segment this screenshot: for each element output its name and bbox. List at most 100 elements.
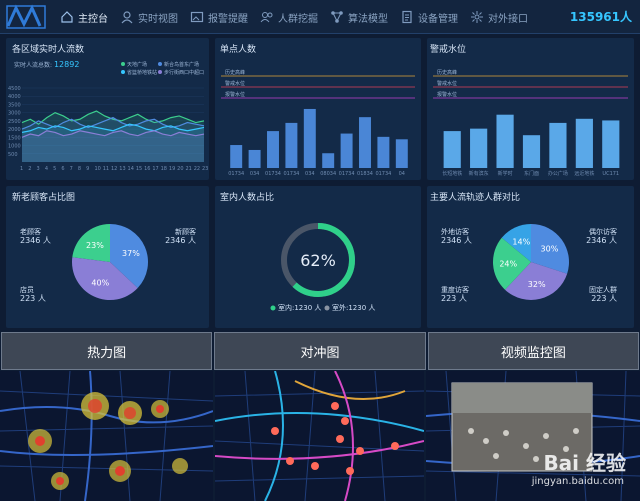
x-tick-label: 16: [144, 166, 150, 172]
y-tick-label: 2500: [8, 119, 21, 125]
warn-panel-title: 警戒水位: [430, 45, 467, 55]
x-tick-label: 12: [111, 166, 117, 172]
bar: [549, 122, 567, 168]
tab-heatmap[interactable]: 热力图: [1, 332, 213, 370]
bar: [602, 120, 620, 168]
bar: [303, 108, 316, 168]
pie-callout-name: 偶尔访客: [589, 227, 617, 236]
x-tick-label: 01734: [265, 171, 281, 177]
pie-callout-value: 223 人: [441, 294, 467, 303]
nav-item-alarm[interactable]: 报警提醒: [190, 10, 248, 25]
pie-label: 37%: [122, 249, 140, 258]
nav-item-dashboard[interactable]: 主控台: [60, 10, 108, 25]
threshold-label: 报警水位: [225, 91, 245, 98]
x-tick-label: 3: [37, 166, 40, 172]
threshold-label: 历史高峰: [437, 69, 457, 76]
pie-callout-value: 2346 人: [586, 236, 617, 245]
nav-label: 报警提醒: [208, 13, 248, 25]
y-tick-label: 4500: [8, 86, 21, 92]
pie-callout-value: 223 人: [591, 294, 617, 303]
pie-callout-name: 店员: [20, 285, 34, 294]
single-bar-chart: 历史高峰警戒水位报警水位01734 034 01734 01734 034 08034 01…: [221, 69, 415, 177]
y-tick-label: 1000: [8, 144, 21, 150]
x-tick-label: 23: [202, 166, 208, 172]
x-tick-label: 22: [194, 166, 200, 172]
user-icon: [121, 11, 133, 24]
x-tick-label: 19: [169, 166, 175, 172]
nav-label: 对外接口: [488, 13, 528, 25]
main-nav: 主控台 实时视图 报警提醒 人群挖掘 算法模型 设备管理 对外接口: [60, 0, 540, 34]
x-tick-label: 8: [78, 166, 81, 172]
api-icon: [471, 11, 483, 23]
pie-callout-value: 2346 人: [20, 236, 51, 245]
legend-label: 步行街西口中超口: [164, 69, 204, 76]
pie-label: 30%: [541, 245, 559, 254]
x-tick-label: 5: [53, 166, 56, 172]
bar: [359, 117, 371, 168]
x-tick-label: 10: [94, 166, 100, 172]
x-tick-label: 08034: [320, 171, 336, 177]
trace-pie-chart: 14%30%32%24%外地访客2346 人偶尔访客2346 人重度访客223 …: [441, 224, 617, 303]
single-panel-title: 单点人数: [220, 45, 257, 55]
x-tick-label: 20: [177, 166, 183, 172]
pie-label: 24%: [499, 259, 517, 268]
x-tick-label: 13: [119, 166, 125, 172]
bar: [285, 122, 298, 168]
pie-callout-name: 重度访客: [441, 285, 469, 294]
nav-item-realtime[interactable]: 实时视图: [120, 10, 178, 25]
watermark-url: jingyan.baidu.com: [531, 476, 624, 487]
threshold-label: 警戒水位: [225, 80, 245, 87]
heatmap-map: [0, 371, 213, 501]
legend-label: 室外:1230 人: [332, 303, 375, 312]
nav-label: 设备管理: [418, 13, 458, 25]
nav-item-algorithm[interactable]: 算法模型: [330, 10, 388, 25]
people-icon: [260, 12, 273, 23]
legend-dot: [270, 305, 276, 311]
home-icon: [61, 11, 73, 23]
threshold-label: 历史高峰: [225, 69, 245, 76]
pie-label: 23%: [86, 241, 104, 250]
legend-label: 天地广场: [127, 61, 147, 68]
pie-callout-value: 2346 人: [165, 236, 196, 245]
bar: [395, 139, 408, 168]
pie-callout-name: 固定人群: [589, 285, 617, 294]
nav-item-crowd[interactable]: 人群挖掘: [260, 10, 318, 25]
legend-dot: [158, 62, 162, 66]
tab-video-monitor[interactable]: 视频监控图: [427, 332, 639, 370]
hedge-map-view[interactable]: [215, 371, 424, 501]
flow-panel-title: 各区域实时人流数: [12, 45, 85, 55]
x-tick-label: 01734: [339, 171, 355, 177]
bar: [230, 145, 243, 168]
x-tick-label: 办公广场: [548, 170, 568, 177]
flow-line-chart: 天地广场 新合鸟首东广场省篮桥地铁站 步行街西口中超口 500 1000 1500 2000…: [8, 61, 208, 172]
logo-icon[interactable]: [6, 4, 46, 30]
nav-item-devices[interactable]: 设备管理: [400, 10, 458, 25]
bar: [470, 128, 488, 168]
warn-bar-chart: 历史高峰警戒水位报警水位长短地铁 新有滨东 新学时 东门面 办公广场 远近地铁 UC171: [433, 69, 628, 177]
x-tick-label: 14: [128, 166, 134, 172]
x-tick-label: 1: [20, 166, 23, 172]
network-icon: [331, 11, 343, 23]
x-tick-label: 新学时: [498, 170, 513, 177]
x-tick-label: 04: [399, 171, 405, 177]
legend-label: 新合鸟首东广场: [164, 61, 199, 68]
newold-pie-chart: 23%37%40%老顾客2346 人新顾客2346 人店员223 人: [20, 224, 196, 303]
watermark-brand: Bai 经验: [543, 451, 626, 475]
y-tick-label: 3500: [8, 102, 21, 108]
x-tick-label: 11: [103, 166, 109, 172]
legend-label: 省篮桥地铁站: [127, 69, 157, 76]
pie-label: 40%: [91, 279, 109, 288]
y-tick-label: 3000: [8, 111, 21, 117]
x-tick-label: 东门面: [524, 170, 539, 177]
heatmap-view[interactable]: [0, 371, 213, 501]
x-tick-label: 034: [305, 171, 315, 177]
hedge-map: [215, 371, 424, 501]
image-icon: [190, 11, 204, 23]
threshold-label: 报警水位: [437, 91, 457, 98]
tab-hedge-map[interactable]: 对冲图: [214, 332, 426, 370]
pie-callout-name: 老顾客: [20, 227, 41, 236]
x-tick-label: 7: [70, 166, 73, 172]
legend-dot: [121, 70, 125, 74]
nav-item-api[interactable]: 对外接口: [470, 10, 528, 25]
x-tick-label: 2: [28, 166, 31, 172]
